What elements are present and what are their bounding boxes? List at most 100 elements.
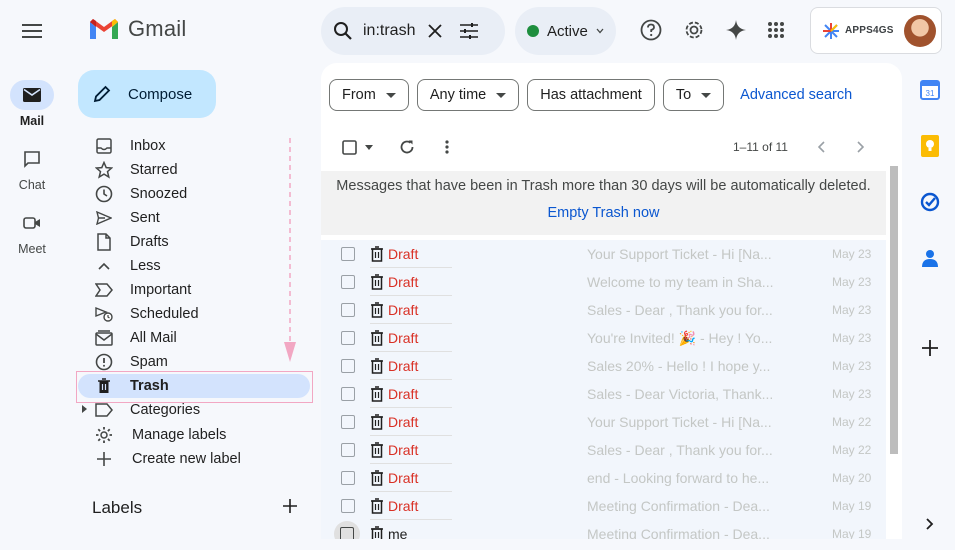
sidebar-item-snoozed[interactable]: Snoozed bbox=[78, 182, 314, 206]
sidebar-item-label: Inbox bbox=[130, 138, 166, 154]
brand-logo-icon bbox=[823, 22, 839, 39]
rail-item-meet[interactable]: Meet bbox=[0, 208, 64, 256]
sidebar-item-starred[interactable]: Starred bbox=[78, 158, 314, 182]
email-row[interactable]: Draft Your Support Ticket - Hi [Na... May … bbox=[321, 240, 886, 268]
email-subject: Welcome to my team in Sha... bbox=[587, 274, 773, 290]
row-checkbox[interactable] bbox=[341, 275, 355, 289]
email-snippet: - Dea... bbox=[720, 526, 770, 539]
sidebar-item-scheduled[interactable]: Scheduled bbox=[78, 302, 314, 326]
keep-app-button[interactable] bbox=[918, 134, 942, 158]
row-checkbox[interactable] bbox=[341, 387, 355, 401]
row-checkbox[interactable] bbox=[341, 331, 355, 345]
add-addon-button[interactable] bbox=[918, 336, 942, 360]
email-sender: Draft bbox=[388, 274, 419, 290]
pagination-count: 1–11 of 11 bbox=[733, 140, 788, 154]
trash-icon bbox=[371, 274, 383, 290]
email-row[interactable]: Draft Meeting Confirmation - Dea... May 19 bbox=[321, 492, 886, 520]
rail-item-chat[interactable]: Chat bbox=[0, 144, 64, 192]
email-row[interactable]: Draft Sales - Dear , Thank you for... May … bbox=[321, 436, 886, 464]
empty-trash-button[interactable]: Empty Trash now bbox=[321, 205, 886, 221]
rail-item-mail[interactable]: Mail bbox=[0, 80, 64, 128]
sidebar-item-all-mail[interactable]: All Mail bbox=[78, 326, 314, 350]
email-row[interactable]: Draft end - Looking forward to he... May 2… bbox=[321, 464, 886, 492]
email-row[interactable]: Draft Your Support Ticket - Hi [Na... May … bbox=[321, 408, 886, 436]
tasks-app-button[interactable] bbox=[918, 190, 942, 214]
sidebar-item-important[interactable]: Important bbox=[78, 278, 314, 302]
apps-button[interactable] bbox=[763, 17, 789, 43]
star-icon bbox=[95, 161, 113, 179]
email-snippet: - Hello ! I hope y... bbox=[653, 358, 771, 374]
email-sender: me bbox=[388, 526, 408, 539]
row-checkbox[interactable] bbox=[341, 359, 355, 373]
sidebar-item-manage-labels[interactable]: Manage labels bbox=[78, 423, 314, 447]
email-snippet: - Looking forward to he... bbox=[610, 470, 770, 486]
avatar[interactable] bbox=[904, 15, 936, 47]
sidebar-item-less[interactable]: Less bbox=[78, 254, 314, 278]
email-date: May 23 bbox=[832, 331, 872, 345]
row-checkbox[interactable] bbox=[341, 499, 355, 513]
next-page-button[interactable] bbox=[850, 137, 870, 157]
filter-chip-has-attachment[interactable]: Has attachment bbox=[527, 79, 655, 111]
sidebar-item-create-label[interactable]: Create new label bbox=[78, 447, 314, 471]
trash-icon bbox=[371, 414, 383, 430]
help-button[interactable] bbox=[638, 17, 664, 43]
expand-panel-button[interactable] bbox=[918, 512, 942, 536]
calendar-app-button[interactable]: 31 bbox=[918, 78, 942, 102]
row-checkbox[interactable] bbox=[341, 443, 355, 457]
email-list: Draft Your Support Ticket - Hi [Na... May … bbox=[321, 240, 886, 539]
sidebar-item-inbox[interactable]: Inbox bbox=[78, 134, 314, 158]
sidebar-item-label: Starred bbox=[130, 162, 178, 178]
scrollbar[interactable] bbox=[890, 166, 898, 454]
menu-icon[interactable] bbox=[16, 15, 48, 47]
email-sender: Draft bbox=[388, 470, 419, 486]
email-row[interactable]: me Meeting Confirmation - Dea... May 19 bbox=[321, 520, 886, 539]
search-input[interactable]: in:trash bbox=[363, 22, 415, 40]
chevron-right-icon bbox=[856, 141, 864, 153]
email-row[interactable]: Draft Welcome to my team in Sha... May 23 bbox=[321, 268, 886, 296]
status-selector[interactable]: Active bbox=[515, 7, 616, 55]
advanced-search-link[interactable]: Advanced search bbox=[740, 87, 852, 103]
email-snippet: - Dear Victoria, Thank... bbox=[622, 386, 773, 402]
row-checkbox[interactable] bbox=[341, 415, 355, 429]
contacts-app-button[interactable] bbox=[918, 246, 942, 270]
row-checkbox[interactable] bbox=[334, 521, 360, 539]
row-checkbox[interactable] bbox=[341, 303, 355, 317]
email-row[interactable]: Draft Sales 20% - Hello ! I hope y... May … bbox=[321, 352, 886, 380]
sparkle-icon bbox=[726, 20, 746, 40]
row-checkbox[interactable] bbox=[341, 471, 355, 485]
email-subject-line: Meeting Confirmation - Dea... bbox=[587, 498, 773, 514]
sidebar-item-sent[interactable]: Sent bbox=[78, 206, 314, 230]
email-row[interactable]: Draft Sales - Dear , Thank you for... May … bbox=[321, 296, 886, 324]
gmail-logo[interactable]: Gmail bbox=[88, 16, 186, 42]
chevron-down-icon bbox=[365, 144, 373, 150]
email-row[interactable]: Draft You're Invited! 🎉 - Hey ! Yo... May … bbox=[321, 324, 886, 352]
help-icon bbox=[640, 19, 662, 41]
refresh-button[interactable] bbox=[397, 137, 417, 157]
account-switcher[interactable]: APPS4GS bbox=[810, 7, 942, 54]
add-label-button[interactable] bbox=[282, 498, 302, 518]
email-row[interactable]: Draft Sales - Dear Victoria, Thank... May … bbox=[321, 380, 886, 408]
filter-chip-any-time[interactable]: Any time bbox=[416, 79, 520, 111]
sidebar-item-label: Spam bbox=[130, 354, 168, 370]
row-checkbox[interactable] bbox=[341, 247, 355, 261]
search-icon[interactable] bbox=[333, 21, 353, 41]
chevron-down-icon bbox=[385, 92, 396, 98]
select-menu-button[interactable] bbox=[359, 137, 379, 157]
sidebar-item-drafts[interactable]: Drafts bbox=[78, 230, 314, 254]
prev-page-button[interactable] bbox=[811, 137, 831, 157]
gemini-button[interactable] bbox=[723, 17, 749, 43]
search-options-button[interactable] bbox=[457, 19, 481, 43]
more-options-button[interactable] bbox=[437, 137, 457, 157]
filter-chip-to[interactable]: To bbox=[662, 79, 725, 111]
email-sender: Draft bbox=[388, 302, 419, 318]
labels-heading: Labels bbox=[92, 498, 143, 517]
chevron-down-icon bbox=[496, 92, 507, 98]
trash-icon bbox=[371, 246, 383, 262]
clear-search-button[interactable] bbox=[423, 19, 447, 43]
select-all-checkbox[interactable] bbox=[339, 137, 359, 157]
filter-chip-from[interactable]: From bbox=[329, 79, 409, 111]
expand-arrow-icon[interactable] bbox=[82, 405, 87, 413]
compose-button[interactable]: Compose bbox=[78, 70, 216, 118]
search-bar[interactable]: in:trash bbox=[321, 7, 505, 55]
settings-button[interactable] bbox=[681, 17, 707, 43]
